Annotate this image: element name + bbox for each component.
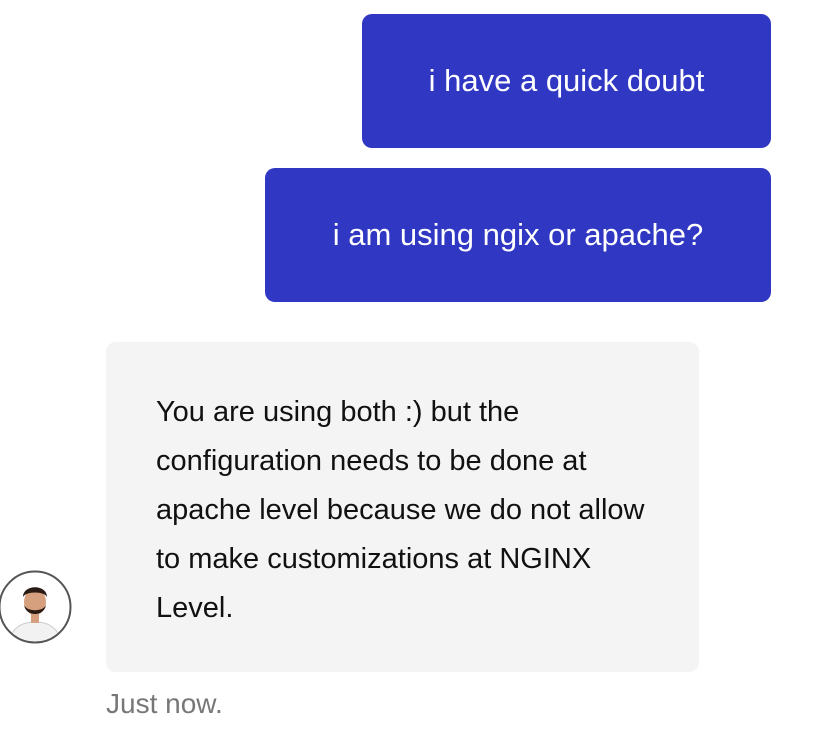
message-text: i have a quick doubt [428, 63, 705, 98]
message-text: You are using both :) but the configurat… [156, 396, 645, 624]
message-timestamp: Just now. [106, 688, 223, 719]
user-message-bubble: i am using ngix or apache? [265, 168, 771, 302]
user-message-bubble: i have a quick doubt [362, 14, 771, 148]
person-avatar-icon [0, 570, 72, 644]
agent-message-bubble: You are using both :) but the configurat… [106, 342, 699, 672]
message-text: i am using ngix or apache? [332, 217, 704, 252]
agent-avatar [0, 567, 72, 647]
